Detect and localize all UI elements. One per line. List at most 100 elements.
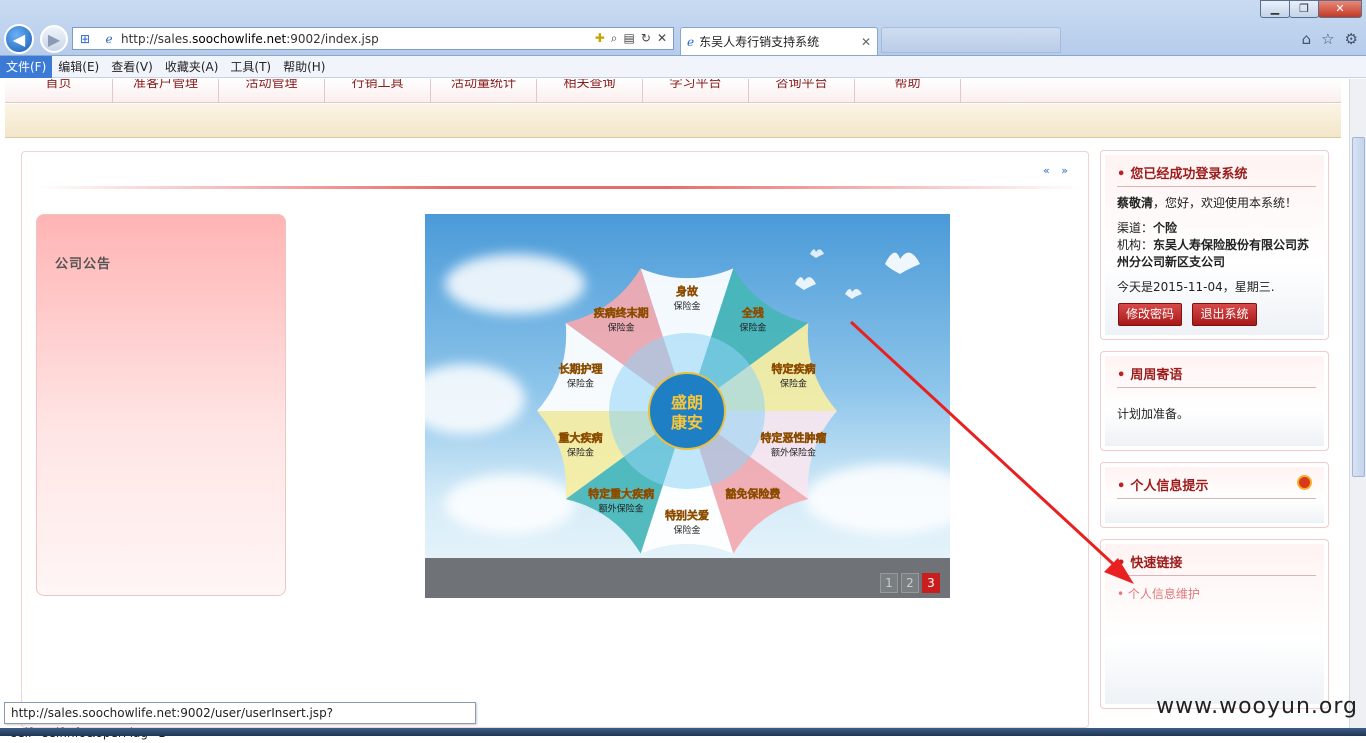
add-icon[interactable]: ✚ [595, 31, 605, 46]
refresh-badge-icon[interactable] [1297, 475, 1312, 490]
logout-button[interactable]: 退出系统 [1192, 303, 1257, 326]
login-title: 您已经成功登录系统 [1117, 163, 1247, 182]
menu-help[interactable]: 帮助(H) [277, 56, 331, 78]
quick-link-personal-info[interactable]: 个人信息维护 [1128, 587, 1200, 601]
menu-tools[interactable]: 工具(T) [224, 56, 277, 78]
address-url[interactable]: http://sales.soochowlife.net:9002/index.… [121, 32, 595, 46]
nav-sales-tools[interactable]: 行销工具 [325, 79, 431, 102]
wheel-segment-title: 全残 [741, 305, 764, 319]
sub-nav-bar [5, 104, 1341, 138]
nav-consult[interactable]: 咨询平台 [749, 79, 855, 102]
watermark: www.wooyun.org [1156, 694, 1358, 719]
scrollbar-thumb[interactable] [1352, 137, 1365, 477]
pager-arrows[interactable]: « » [1043, 164, 1072, 177]
bullet-icon: • [1117, 587, 1128, 601]
nav-activity[interactable]: 活动管理 [219, 79, 325, 102]
ie-tab-icon: ℯ [687, 34, 695, 49]
search-icon[interactable]: ⌕ [611, 31, 618, 46]
nav-prospects[interactable]: 准客户管理 [113, 79, 219, 102]
wheel-segment-title: 特定重大疾病 [588, 487, 654, 501]
personal-title: 个人信息提示 [1117, 475, 1208, 494]
tab-close-icon[interactable]: ✕ [861, 35, 871, 49]
nav-help[interactable]: 帮助 [855, 79, 961, 102]
url-host: soochowlife.net [192, 31, 287, 46]
window-controls: ▁ ❐ ✕ [1260, 0, 1362, 18]
nav-learning[interactable]: 学习平台 [643, 79, 749, 102]
wheel-segment-sub: 保险金 [780, 377, 807, 389]
nav-activity-stats[interactable]: 活动量统计 [431, 79, 537, 102]
quick-links-box: 快速链接 • 个人信息维护 [1100, 539, 1329, 709]
weekly-text: 计划加准备。 [1117, 407, 1190, 421]
forward-arrow-icon: ▶ [47, 29, 61, 49]
vertical-scrollbar[interactable] [1349, 79, 1366, 728]
wheel-segment-sub: 额外保险金 [599, 503, 644, 515]
menu-view[interactable]: 查看(V) [105, 56, 159, 78]
wheel-segment-sub: 保险金 [567, 377, 594, 389]
org-line: 机构：东吴人寿保险股份有限公司苏州分公司新区支公司 [1117, 237, 1313, 271]
user-name: 蔡敬清 [1117, 196, 1154, 210]
back-button[interactable]: ◀ [4, 24, 34, 54]
taskbar [0, 728, 1366, 736]
browser-chrome: ▁ ❐ ✕ ◀ ▶ ⊞ ℯ http://sales.soochowlife.n… [0, 0, 1366, 56]
minimize-button[interactable]: ▁ [1260, 0, 1290, 18]
wheel-segment-title: 特定恶性肿瘤 [761, 431, 827, 445]
personal-info-box: 个人信息提示 [1100, 462, 1329, 528]
divider [1117, 186, 1316, 187]
menu-file[interactable]: 文件(F) [0, 55, 53, 78]
quick-link-item[interactable]: • 个人信息维护 [1117, 586, 1313, 603]
doves-icon [795, 249, 920, 299]
slide-page-2[interactable]: 2 [901, 573, 919, 593]
favorites-star-icon[interactable]: ☆ [1321, 30, 1334, 48]
status-bar: http://sales.soochowlife.net:9002/user/u… [4, 702, 476, 740]
channel-line: 渠道：个险 [1117, 220, 1313, 237]
home-icon[interactable]: ⌂ [1302, 30, 1312, 48]
greeting-text: ，您好，欢迎使用本系统！ [1153, 196, 1298, 210]
new-tab[interactable] [881, 27, 1061, 53]
wheel-segment-title: 重大疾病 [558, 431, 602, 445]
menu-favorites[interactable]: 收藏夹(A) [159, 56, 225, 78]
divider [1117, 498, 1316, 499]
weekly-message-box: 周周寄语 计划加准备。 [1100, 351, 1329, 451]
banner-slideshow[interactable]: 身故 保险金 全残 保险金 特定疾病 保险金 特定恶性肿瘤 额外保险金 豁免保险费 特别关爱 保险金… [425, 214, 950, 598]
refresh-icon[interactable]: ↻ [641, 31, 651, 46]
divider [1117, 387, 1316, 388]
address-bar[interactable]: ⊞ ℯ http://sales.soochowlife.net:9002/in… [72, 27, 674, 50]
wheel-segment-title: 疾病终末期 [594, 305, 649, 319]
url-prefix: http://sales. [121, 31, 193, 46]
wheel-segment-title: 特别关爱 [665, 508, 709, 522]
stop-icon[interactable]: ✕ [657, 31, 667, 46]
wheel-segment-title: 长期护理 [558, 361, 602, 375]
slide-page-3[interactable]: 3 [922, 573, 940, 593]
channel-value: 个险 [1153, 221, 1178, 235]
toolbar-icons: ⌂ ☆ ⚙ [1302, 30, 1358, 48]
login-info-box: 您已经成功登录系统 蔡敬清，您好，欢迎使用本系统！ 渠道：个险 机构：东吴人寿保… [1100, 150, 1329, 340]
wheel-segment-sub: 保险金 [567, 447, 594, 459]
notice-title: 公司公告 [55, 257, 112, 272]
wheel-center-text: 盛朗 [671, 393, 703, 412]
change-password-button[interactable]: 修改密码 [1118, 303, 1182, 326]
org-label: 机构： [1117, 238, 1154, 252]
slide-page-1[interactable]: 1 [880, 573, 898, 593]
maximize-button[interactable]: ❐ [1289, 0, 1319, 18]
ie-page-icon: ℯ [105, 31, 113, 46]
site-nav: 首页 准客户管理 活动管理 行销工具 活动量统计 相关查询 学习平台 咨询平台 … [5, 79, 1341, 103]
nav-home[interactable]: 首页 [5, 79, 113, 102]
channel-label: 渠道： [1117, 221, 1154, 235]
main-panel: « » 公司公告 身故 保险金 全残 保险金 特定疾病 保险金 特定恶性肿瘤 额外保险金 豁免保… [21, 151, 1089, 728]
gear-icon[interactable]: ⚙ [1345, 30, 1358, 48]
wheel-center-text: 康安 [671, 413, 703, 432]
weekly-title: 周周寄语 [1117, 364, 1182, 383]
divider [36, 186, 1082, 189]
forward-button[interactable]: ▶ [40, 25, 68, 53]
compat-view-icon[interactable]: ⊞ [77, 31, 93, 47]
back-arrow-icon: ◀ [12, 29, 26, 49]
browser-tab[interactable]: ℯ 东吴人寿行销支持系统 ✕ [680, 27, 878, 55]
nav-queries[interactable]: 相关查询 [537, 79, 643, 102]
menu-edit[interactable]: 编辑(E) [52, 56, 105, 78]
tab-title: 东吴人寿行销支持系统 [699, 35, 820, 49]
wheel-segment-title: 特定疾病 [772, 361, 816, 375]
address-actions: ✚ ⌕ ▤ ↻ ✕ [595, 31, 673, 46]
close-window-button[interactable]: ✕ [1318, 0, 1362, 18]
today-line: 今天是2015-11-04，星期三. [1117, 280, 1275, 294]
compat-icon[interactable]: ▤ [624, 31, 635, 46]
